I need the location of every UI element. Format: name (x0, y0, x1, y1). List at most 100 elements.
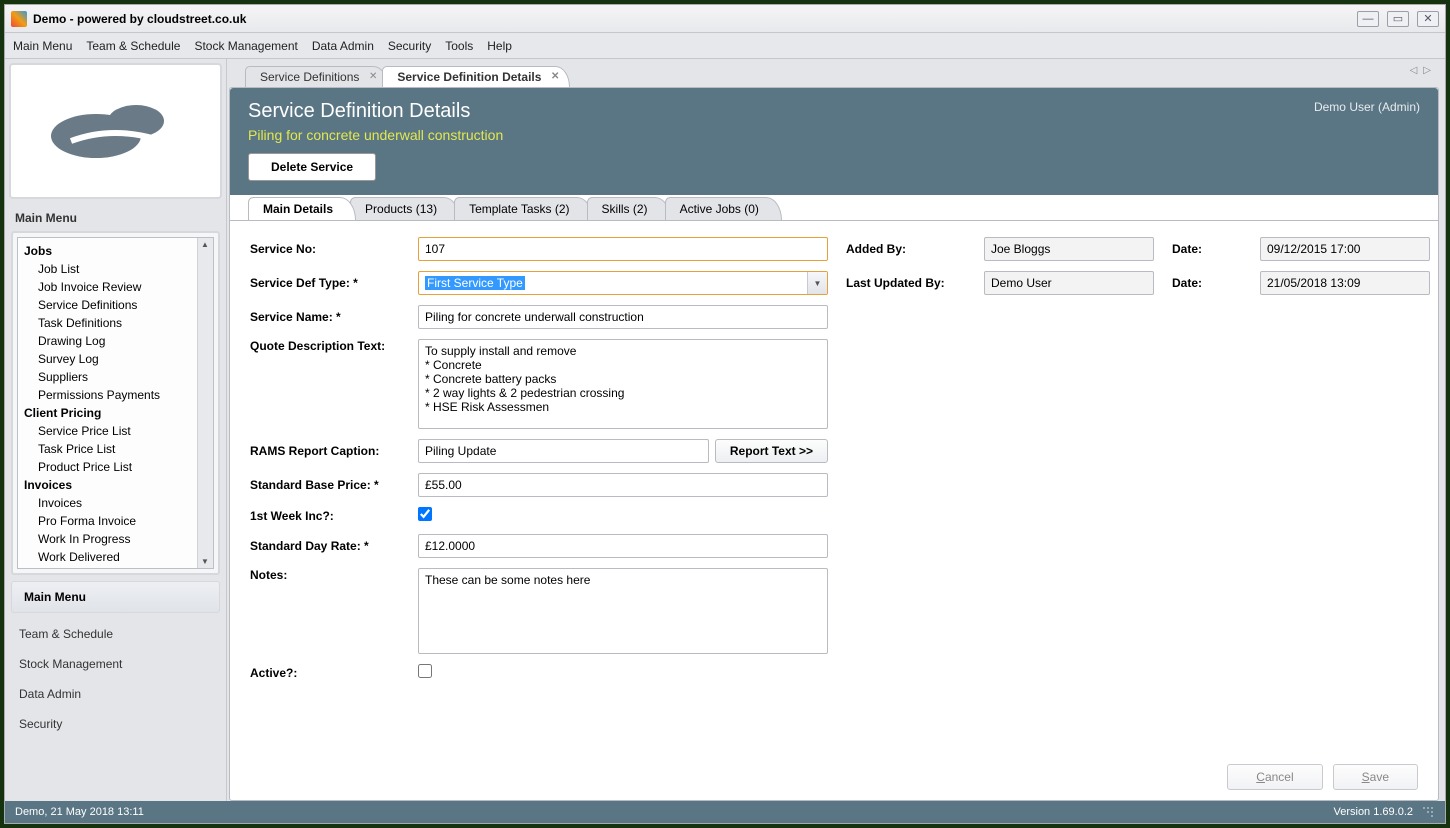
tab-prev-icon[interactable]: ◁ (1410, 65, 1418, 76)
active-checkbox[interactable] (418, 664, 432, 678)
first-week-checkbox[interactable] (418, 507, 432, 521)
added-by-field (984, 237, 1154, 261)
added-date-field (1260, 237, 1430, 261)
inner-tab-row: Main Details Products (13) Template Task… (230, 194, 1438, 220)
tab-active-jobs[interactable]: Active Jobs (0) (665, 197, 782, 220)
tree-item[interactable]: Work In Progress (24, 530, 195, 548)
page-subtitle: Piling for concrete underwall constructi… (248, 127, 1420, 143)
menu-tools[interactable]: Tools (445, 39, 473, 53)
menu-main[interactable]: Main Menu (13, 39, 72, 53)
label-updated-date: Date: (1172, 276, 1242, 290)
sidebar-section-main-menu[interactable]: Main Menu (11, 581, 220, 613)
menu-bar: Main Menu Team & Schedule Stock Manageme… (5, 33, 1445, 59)
report-text-button[interactable]: Report Text >> (715, 439, 828, 463)
tree-category[interactable]: Jobs (24, 242, 195, 260)
label-notes: Notes: (250, 568, 400, 582)
tab-template-tasks[interactable]: Template Tasks (2) (454, 197, 592, 220)
window-title: Demo - powered by cloudstreet.co.uk (33, 12, 1357, 26)
std-base-price-field[interactable] (418, 473, 828, 497)
sidebar-link-data-admin[interactable]: Data Admin (5, 679, 226, 709)
service-def-type-combo[interactable]: First Service Type (418, 271, 828, 295)
tab-close-icon[interactable]: ✕ (369, 71, 377, 82)
tree-item[interactable]: Service Definitions (24, 296, 195, 314)
service-no-field[interactable] (418, 237, 828, 261)
tab-skills[interactable]: Skills (2) (587, 197, 671, 220)
tab-close-icon[interactable]: ✕ (551, 71, 559, 82)
document-tab-row: Service Definitions ✕ Service Definition… (229, 61, 1439, 87)
combo-dropdown-icon[interactable]: ▼ (807, 272, 827, 294)
label-service-no: Service No: (250, 242, 400, 256)
label-quote-desc: Quote Description Text: (250, 339, 400, 353)
menu-help[interactable]: Help (487, 39, 512, 53)
tab-label: Service Definitions (260, 70, 359, 84)
user-info: Demo User (Admin) (1314, 100, 1420, 114)
label-std-base-price: Standard Base Price: * (250, 478, 400, 492)
title-bar: Demo - powered by cloudstreet.co.uk — ▭ … (5, 5, 1445, 33)
status-bar: Demo, 21 May 2018 13:11 Version 1.69.0.2 (5, 801, 1445, 823)
tree-item[interactable]: Service Price List (24, 422, 195, 440)
label-first-week: 1st Week Inc?: (250, 509, 400, 523)
tree-category[interactable]: Invoices (24, 476, 195, 494)
menu-team-schedule[interactable]: Team & Schedule (86, 39, 180, 53)
label-added-date: Date: (1172, 242, 1242, 256)
tree-item[interactable]: Survey Log (24, 350, 195, 368)
doc-tab-service-definition-details[interactable]: Service Definition Details ✕ (382, 66, 570, 87)
quote-desc-textarea[interactable] (418, 339, 828, 429)
logo-box (9, 63, 222, 199)
menu-stock-management[interactable]: Stock Management (194, 39, 297, 53)
menu-security[interactable]: Security (388, 39, 431, 53)
sidebar-link-stock-management[interactable]: Stock Management (5, 649, 226, 679)
nav-tree: JobsJob ListJob Invoice ReviewService De… (17, 237, 214, 569)
tree-item[interactable]: Task Price List (24, 440, 195, 458)
app-icon (11, 11, 27, 27)
label-active: Active?: (250, 666, 400, 680)
tab-main-details[interactable]: Main Details (248, 197, 356, 220)
sidebar-link-security[interactable]: Security (5, 709, 226, 739)
tree-item[interactable]: Permissions Payments (24, 386, 195, 404)
tree-scrollbar[interactable] (197, 238, 213, 568)
tree-item[interactable]: Task Definitions (24, 314, 195, 332)
label-std-day-rate: Standard Day Rate: * (250, 539, 400, 553)
sidebar-link-team-schedule[interactable]: Team & Schedule (5, 619, 226, 649)
label-added-by: Added By: (846, 242, 966, 256)
notes-textarea[interactable] (418, 568, 828, 654)
tree-item[interactable]: Invoices (24, 494, 195, 512)
updated-date-field (1260, 271, 1430, 295)
sidebar-header: Main Menu (5, 203, 226, 231)
doc-tab-service-definitions[interactable]: Service Definitions ✕ (245, 66, 388, 87)
label-service-def-type: Service Def Type: * (250, 276, 400, 290)
combo-selected-text: First Service Type (425, 276, 525, 290)
rams-caption-field[interactable] (418, 439, 709, 463)
label-updated-by: Last Updated By: (846, 276, 966, 290)
tab-products[interactable]: Products (13) (350, 197, 460, 220)
tree-item[interactable]: Job Invoice Review (24, 278, 195, 296)
status-version: Version 1.69.0.2 (1333, 806, 1413, 818)
close-button[interactable]: ✕ (1417, 11, 1439, 27)
cancel-button[interactable]: Cancel (1227, 764, 1322, 790)
tree-category[interactable]: Client Pricing (24, 404, 195, 422)
std-day-rate-field[interactable] (418, 534, 828, 558)
label-rams-caption: RAMS Report Caption: (250, 444, 400, 458)
sidebar: Main Menu JobsJob ListJob Invoice Review… (5, 59, 227, 801)
document-header: Demo User (Admin) Service Definition Det… (230, 88, 1438, 195)
status-left: Demo, 21 May 2018 13:11 (15, 806, 144, 818)
maximize-button[interactable]: ▭ (1387, 11, 1409, 27)
tab-label: Service Definition Details (397, 70, 541, 84)
tree-item[interactable]: Drawing Log (24, 332, 195, 350)
tree-item[interactable]: Job List (24, 260, 195, 278)
cloud-logo-icon (41, 91, 191, 171)
delete-service-button[interactable]: Delete Service (248, 153, 376, 181)
service-name-field[interactable] (418, 305, 828, 329)
resize-grip-icon[interactable] (1421, 805, 1435, 819)
page-title: Service Definition Details (248, 100, 1420, 123)
tab-next-icon[interactable]: ▷ (1423, 65, 1431, 76)
tree-item[interactable]: Pro Forma Invoice (24, 512, 195, 530)
tree-item[interactable]: Product Price List (24, 458, 195, 476)
menu-data-admin[interactable]: Data Admin (312, 39, 374, 53)
tree-item[interactable]: Suppliers (24, 368, 195, 386)
minimize-button[interactable]: — (1357, 11, 1379, 27)
label-service-name: Service Name: * (250, 310, 400, 324)
tree-item[interactable]: Work Delivered (24, 548, 195, 566)
updated-by-field (984, 271, 1154, 295)
save-button[interactable]: Save (1333, 764, 1418, 790)
